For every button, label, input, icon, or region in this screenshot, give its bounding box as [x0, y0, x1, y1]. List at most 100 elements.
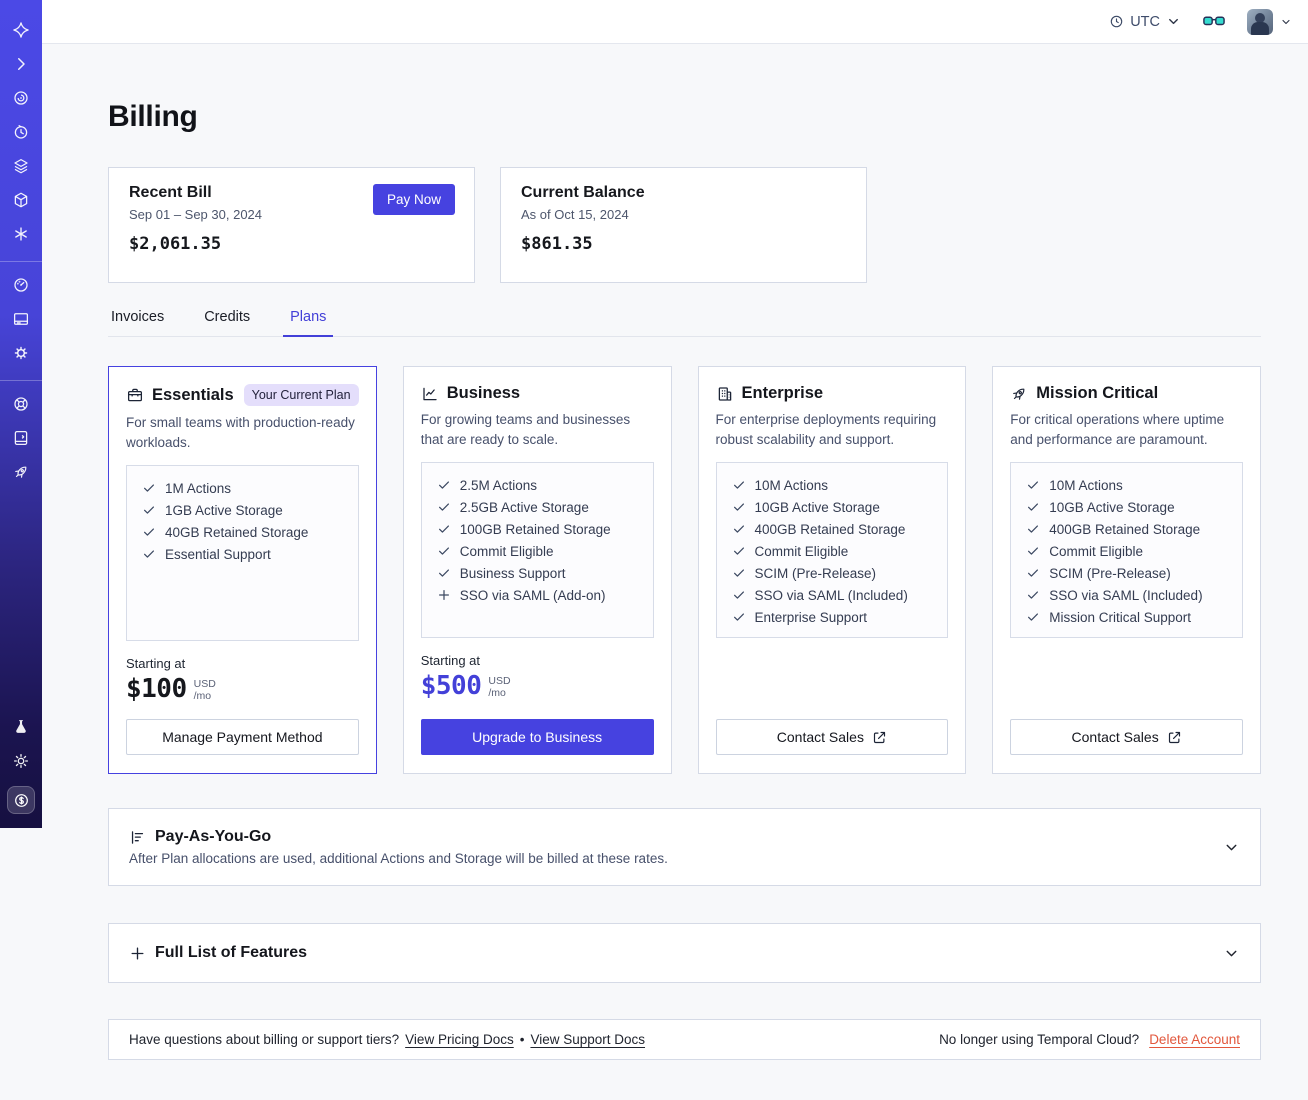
chevron-down-icon[interactable] [1223, 839, 1240, 856]
feature-text: SSO via SAML (Add-on) [459, 587, 606, 603]
deployments-cube-icon[interactable] [12, 191, 30, 209]
bullet-separator: • [519, 1032, 525, 1047]
briefcase-icon [126, 386, 144, 404]
plans-grid: Essentials Your Current Plan For small t… [108, 366, 1261, 774]
feature-text: Commit Eligible [459, 543, 554, 559]
feature-item: Commit Eligible [1026, 540, 1232, 562]
billing-card-icon[interactable] [12, 310, 30, 328]
namespaces-icon[interactable] [12, 89, 30, 107]
tab-invoices[interactable]: Invoices [108, 309, 167, 336]
feature-text: 1GB Active Storage [165, 502, 283, 518]
delete-prompt: No longer using Temporal Cloud? [939, 1032, 1140, 1047]
feature-text: 400GB Retained Storage [1049, 521, 1201, 537]
page-title: Billing [108, 100, 198, 133]
feedback-glasses-icon[interactable] [1203, 14, 1225, 29]
check-icon [437, 478, 451, 492]
timezone-label: UTC [1130, 13, 1160, 30]
feature-item: 40GB Retained Storage [142, 521, 348, 543]
workflows-layers-icon[interactable] [12, 157, 30, 175]
feature-item: Enterprise Support [732, 606, 938, 628]
recent-bill-amount: $2,061.35 [129, 234, 222, 254]
feature-text: 400GB Retained Storage [754, 521, 906, 537]
feature-text: 10M Actions [1049, 477, 1123, 493]
plan-period: /mo [488, 687, 506, 699]
theme-sun-icon[interactable] [12, 752, 30, 770]
plan-price-block: Starting at $100 USD/mo [126, 656, 359, 714]
getting-started-rocket-icon[interactable] [12, 463, 30, 481]
billing-footer: Have questions about billing or support … [108, 1019, 1261, 1060]
contact-sales-label: Contact Sales [1071, 729, 1159, 745]
upgrade-business-button[interactable]: Upgrade to Business [420, 719, 654, 755]
view-support-docs-link[interactable]: View Support Docs [530, 1032, 645, 1047]
feature-text: 40GB Retained Storage [165, 524, 309, 540]
plan-price-block: Starting at $500 USD/mo [421, 653, 654, 711]
sidebar [0, 0, 42, 828]
current-plan-badge: Your Current Plan [243, 384, 359, 406]
billing-tabs: Invoices Credits Plans [108, 309, 1261, 337]
nexus-asterisk-icon[interactable] [12, 225, 30, 243]
schedules-icon[interactable] [12, 123, 30, 141]
feature-item: Business Support [437, 562, 643, 584]
labs-flask-icon[interactable] [12, 718, 30, 736]
feature-item: 2.5GB Active Storage [437, 496, 643, 518]
feature-item: Essential Support [142, 543, 348, 565]
feature-text: 2.5GB Active Storage [459, 499, 589, 515]
plan-feature-box: 10M Actions 10GB Active Storage 400GB Re… [715, 462, 949, 638]
sidebar-divider [0, 380, 42, 381]
current-balance-amount: $861.35 [521, 234, 593, 254]
feature-text: Essential Support [165, 546, 271, 562]
pay-now-button[interactable]: Pay Now [372, 184, 455, 215]
check-icon [1026, 522, 1040, 536]
contact-sales-button[interactable]: Contact Sales [715, 719, 949, 755]
recent-bill-card: Recent Bill Sep 01 – Sep 30, 2024 $2,061… [108, 167, 475, 283]
contact-sales-label: Contact Sales [776, 729, 864, 745]
user-menu[interactable] [1247, 8, 1292, 35]
billing-page: Billing Recent Bill Sep 01 – Sep 30, 202… [108, 44, 1261, 1060]
payg-title: Pay-As-You-Go [155, 828, 272, 845]
full-features-accordion[interactable]: Full List of Features [108, 923, 1261, 983]
expand-sidebar-icon[interactable] [12, 55, 30, 73]
tab-credits[interactable]: Credits [201, 309, 253, 336]
contact-sales-button[interactable]: Contact Sales [1010, 719, 1243, 755]
feature-text: SCIM (Pre-Release) [1049, 565, 1171, 581]
feature-item: 1M Actions [142, 477, 348, 499]
billing-active-item[interactable] [7, 786, 35, 814]
feature-item: 100GB Retained Storage [437, 518, 643, 540]
plan-feature-box: 10M Actions 10GB Active Storage 400GB Re… [1010, 462, 1243, 638]
plus-icon [437, 588, 451, 602]
check-icon [1026, 610, 1040, 624]
feature-text: 10M Actions [754, 477, 829, 493]
feature-text: SCIM (Pre-Release) [754, 565, 877, 581]
plan-name: Essentials [152, 385, 234, 404]
delete-account-link[interactable]: Delete Account [1149, 1032, 1240, 1047]
current-balance-card: Current Balance As of Oct 15, 2024 $861.… [500, 167, 867, 283]
temporal-logo-icon[interactable] [12, 21, 30, 39]
feature-text: 100GB Retained Storage [459, 521, 611, 537]
bar-chart-icon [129, 829, 146, 846]
tab-plans[interactable]: Plans [283, 309, 334, 337]
external-link-icon [872, 730, 887, 745]
docs-book-icon[interactable] [12, 429, 30, 447]
feature-text: Commit Eligible [1049, 543, 1144, 559]
usage-gauge-icon[interactable] [12, 276, 30, 294]
plan-feature-box: 1M Actions 1GB Active Storage 40GB Retai… [126, 465, 359, 641]
chevron-down-icon [1282, 19, 1290, 24]
feature-item: SSO via SAML (Included) [1026, 584, 1232, 606]
feature-item: SSO via SAML (Add-on) [437, 584, 643, 606]
settings-gear-icon[interactable] [12, 344, 30, 362]
sidebar-divider [0, 261, 42, 262]
chevron-down-icon[interactable] [1223, 945, 1240, 962]
payg-accordion[interactable]: Pay-As-You-Go After Plan allocations are… [108, 808, 1261, 886]
plan-card-essentials: Essentials Your Current Plan For small t… [108, 366, 377, 774]
view-pricing-docs-link[interactable]: View Pricing Docs [405, 1032, 514, 1047]
current-balance-title: Current Balance [521, 184, 645, 201]
feature-item: SCIM (Pre-Release) [732, 562, 938, 584]
plan-currency: USD [193, 677, 216, 690]
feature-item: 10GB Active Storage [732, 496, 938, 518]
support-lifebuoy-icon[interactable] [12, 395, 30, 413]
feature-item: SSO via SAML (Included) [732, 584, 938, 606]
check-icon [437, 500, 451, 514]
manage-payment-button[interactable]: Manage Payment Method [126, 719, 359, 755]
timezone-selector[interactable]: UTC [1109, 14, 1181, 30]
plan-price: $100 [126, 674, 187, 704]
